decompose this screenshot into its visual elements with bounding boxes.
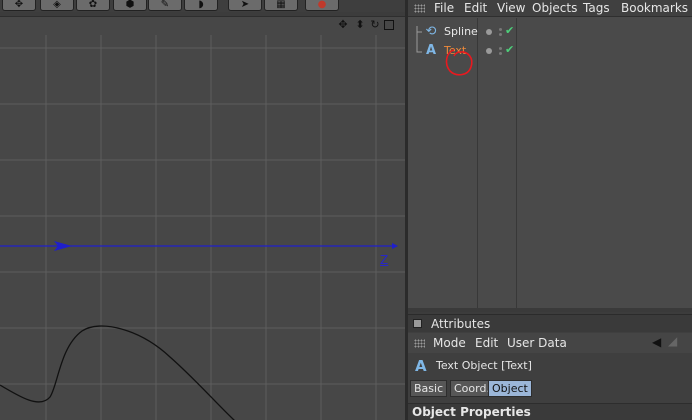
cube-icon: ⬢ bbox=[125, 0, 135, 10]
record-button[interactable]: ● bbox=[305, 0, 339, 11]
menu-tags[interactable]: Tags bbox=[583, 0, 610, 16]
text-icon: A bbox=[425, 43, 437, 58]
editor-dot-icon[interactable] bbox=[499, 52, 502, 55]
panel-menu-icon[interactable] bbox=[413, 319, 422, 328]
grip-icon[interactable] bbox=[414, 4, 425, 13]
3d-viewport[interactable]: Z ✥ ⬍ ↻ bbox=[0, 16, 405, 420]
move-tool-button[interactable]: ✥ bbox=[2, 0, 36, 11]
object-name[interactable]: Spline bbox=[444, 24, 478, 40]
spline-tool-button[interactable]: ✎ bbox=[148, 0, 182, 11]
section-title: Object Properties bbox=[412, 405, 531, 419]
enabled-check-icon[interactable]: ✔ bbox=[505, 24, 514, 38]
cube-button[interactable]: ⬢ bbox=[113, 0, 147, 11]
maximize-view-icon[interactable] bbox=[384, 20, 394, 30]
spline-icon: ⟲ bbox=[425, 24, 437, 39]
object-flags-column bbox=[478, 18, 517, 308]
visibility-dot-icon[interactable] bbox=[486, 48, 492, 54]
attributes-object-header: A Text Object [Text] bbox=[408, 355, 692, 379]
object-title: Text Object [Text] bbox=[436, 359, 532, 372]
move-view-icon[interactable]: ✥ bbox=[337, 18, 349, 32]
deformer-icon: ◗ bbox=[198, 0, 204, 10]
scene-button[interactable]: ◈ bbox=[40, 0, 74, 11]
spline-tool-icon: ✎ bbox=[160, 0, 170, 10]
text-object-icon: A bbox=[415, 357, 427, 375]
scene-icon: ◈ bbox=[53, 0, 61, 10]
back-arrow-icon[interactable]: ◀ bbox=[652, 336, 661, 348]
menu-objects[interactable]: Objects bbox=[532, 0, 577, 16]
z-axis-label: Z bbox=[380, 253, 389, 267]
rotate-view-icon[interactable]: ↻ bbox=[369, 18, 381, 32]
menu-user-data[interactable]: User Data bbox=[507, 335, 567, 351]
grip-icon[interactable] bbox=[414, 339, 425, 348]
enabled-check-icon[interactable]: ✔ bbox=[505, 43, 514, 57]
object-tags-column bbox=[518, 18, 692, 308]
select-tool-button[interactable]: ➤ bbox=[228, 0, 262, 11]
tab-object[interactable]: Object bbox=[488, 380, 532, 397]
viewport-nav-bar: ✥ ⬍ ↻ bbox=[0, 17, 405, 35]
menu-file[interactable]: File bbox=[434, 0, 454, 16]
menu-view[interactable]: View bbox=[497, 0, 525, 16]
render-icon: ✿ bbox=[88, 0, 98, 10]
cinema4d-window: ✥ ◈ ✿ ⬢ ✎ ◗ ➤ ▦ ● Z ✥ ⬍ ↻ File Edit View… bbox=[0, 0, 692, 420]
camera-icon: ▦ bbox=[276, 0, 286, 10]
attributes-menubar: Mode Edit User Data ◀ ◢ bbox=[408, 333, 692, 353]
object-manager-menubar: File Edit View Objects Tags Bookmarks bbox=[408, 0, 692, 17]
attributes-tabs: Basic Coord. Object bbox=[408, 379, 692, 401]
object-manager: File Edit View Objects Tags Bookmarks ⟲ … bbox=[408, 0, 692, 312]
main-toolbar: ✥ ◈ ✿ ⬢ ✎ ◗ ➤ ▦ ● bbox=[0, 0, 405, 12]
render-button[interactable]: ✿ bbox=[76, 0, 110, 11]
object-properties-section: Object Properties bbox=[408, 403, 692, 420]
editor-dot-icon[interactable] bbox=[499, 33, 502, 36]
z-axis-arrowhead bbox=[392, 243, 398, 249]
menu-edit[interactable]: Edit bbox=[464, 0, 487, 16]
grid-lines bbox=[0, 17, 405, 420]
viewport-grid bbox=[0, 17, 405, 420]
select-icon: ➤ bbox=[240, 0, 250, 10]
menu-edit[interactable]: Edit bbox=[475, 335, 498, 351]
render-dot-icon[interactable] bbox=[499, 28, 502, 31]
tab-basic[interactable]: Basic bbox=[410, 380, 448, 397]
red-annotation-circle bbox=[445, 49, 473, 76]
object-row-spline[interactable]: ⟲ Spline ✔ bbox=[408, 23, 692, 42]
spline-curve[interactable] bbox=[0, 325, 235, 420]
pan-view-icon[interactable]: ⬍ bbox=[354, 18, 366, 32]
record-icon: ● bbox=[317, 0, 327, 10]
render-dot-icon[interactable] bbox=[499, 47, 502, 50]
menu-mode[interactable]: Mode bbox=[433, 335, 466, 351]
camera-button[interactable]: ▦ bbox=[264, 0, 298, 11]
deformer-button[interactable]: ◗ bbox=[184, 0, 218, 11]
forward-arrow-icon[interactable]: ◢ bbox=[668, 335, 677, 347]
attributes-manager: Attributes Mode Edit User Data ◀ ◢ A Tex… bbox=[408, 314, 692, 420]
move-icon: ✥ bbox=[14, 0, 24, 10]
attributes-titlebar: Attributes bbox=[408, 315, 692, 332]
attributes-title: Attributes bbox=[431, 317, 491, 331]
visibility-dot-icon[interactable] bbox=[486, 29, 492, 35]
panel-divider[interactable] bbox=[408, 308, 692, 312]
menu-bookmarks[interactable]: Bookmarks bbox=[621, 0, 688, 16]
